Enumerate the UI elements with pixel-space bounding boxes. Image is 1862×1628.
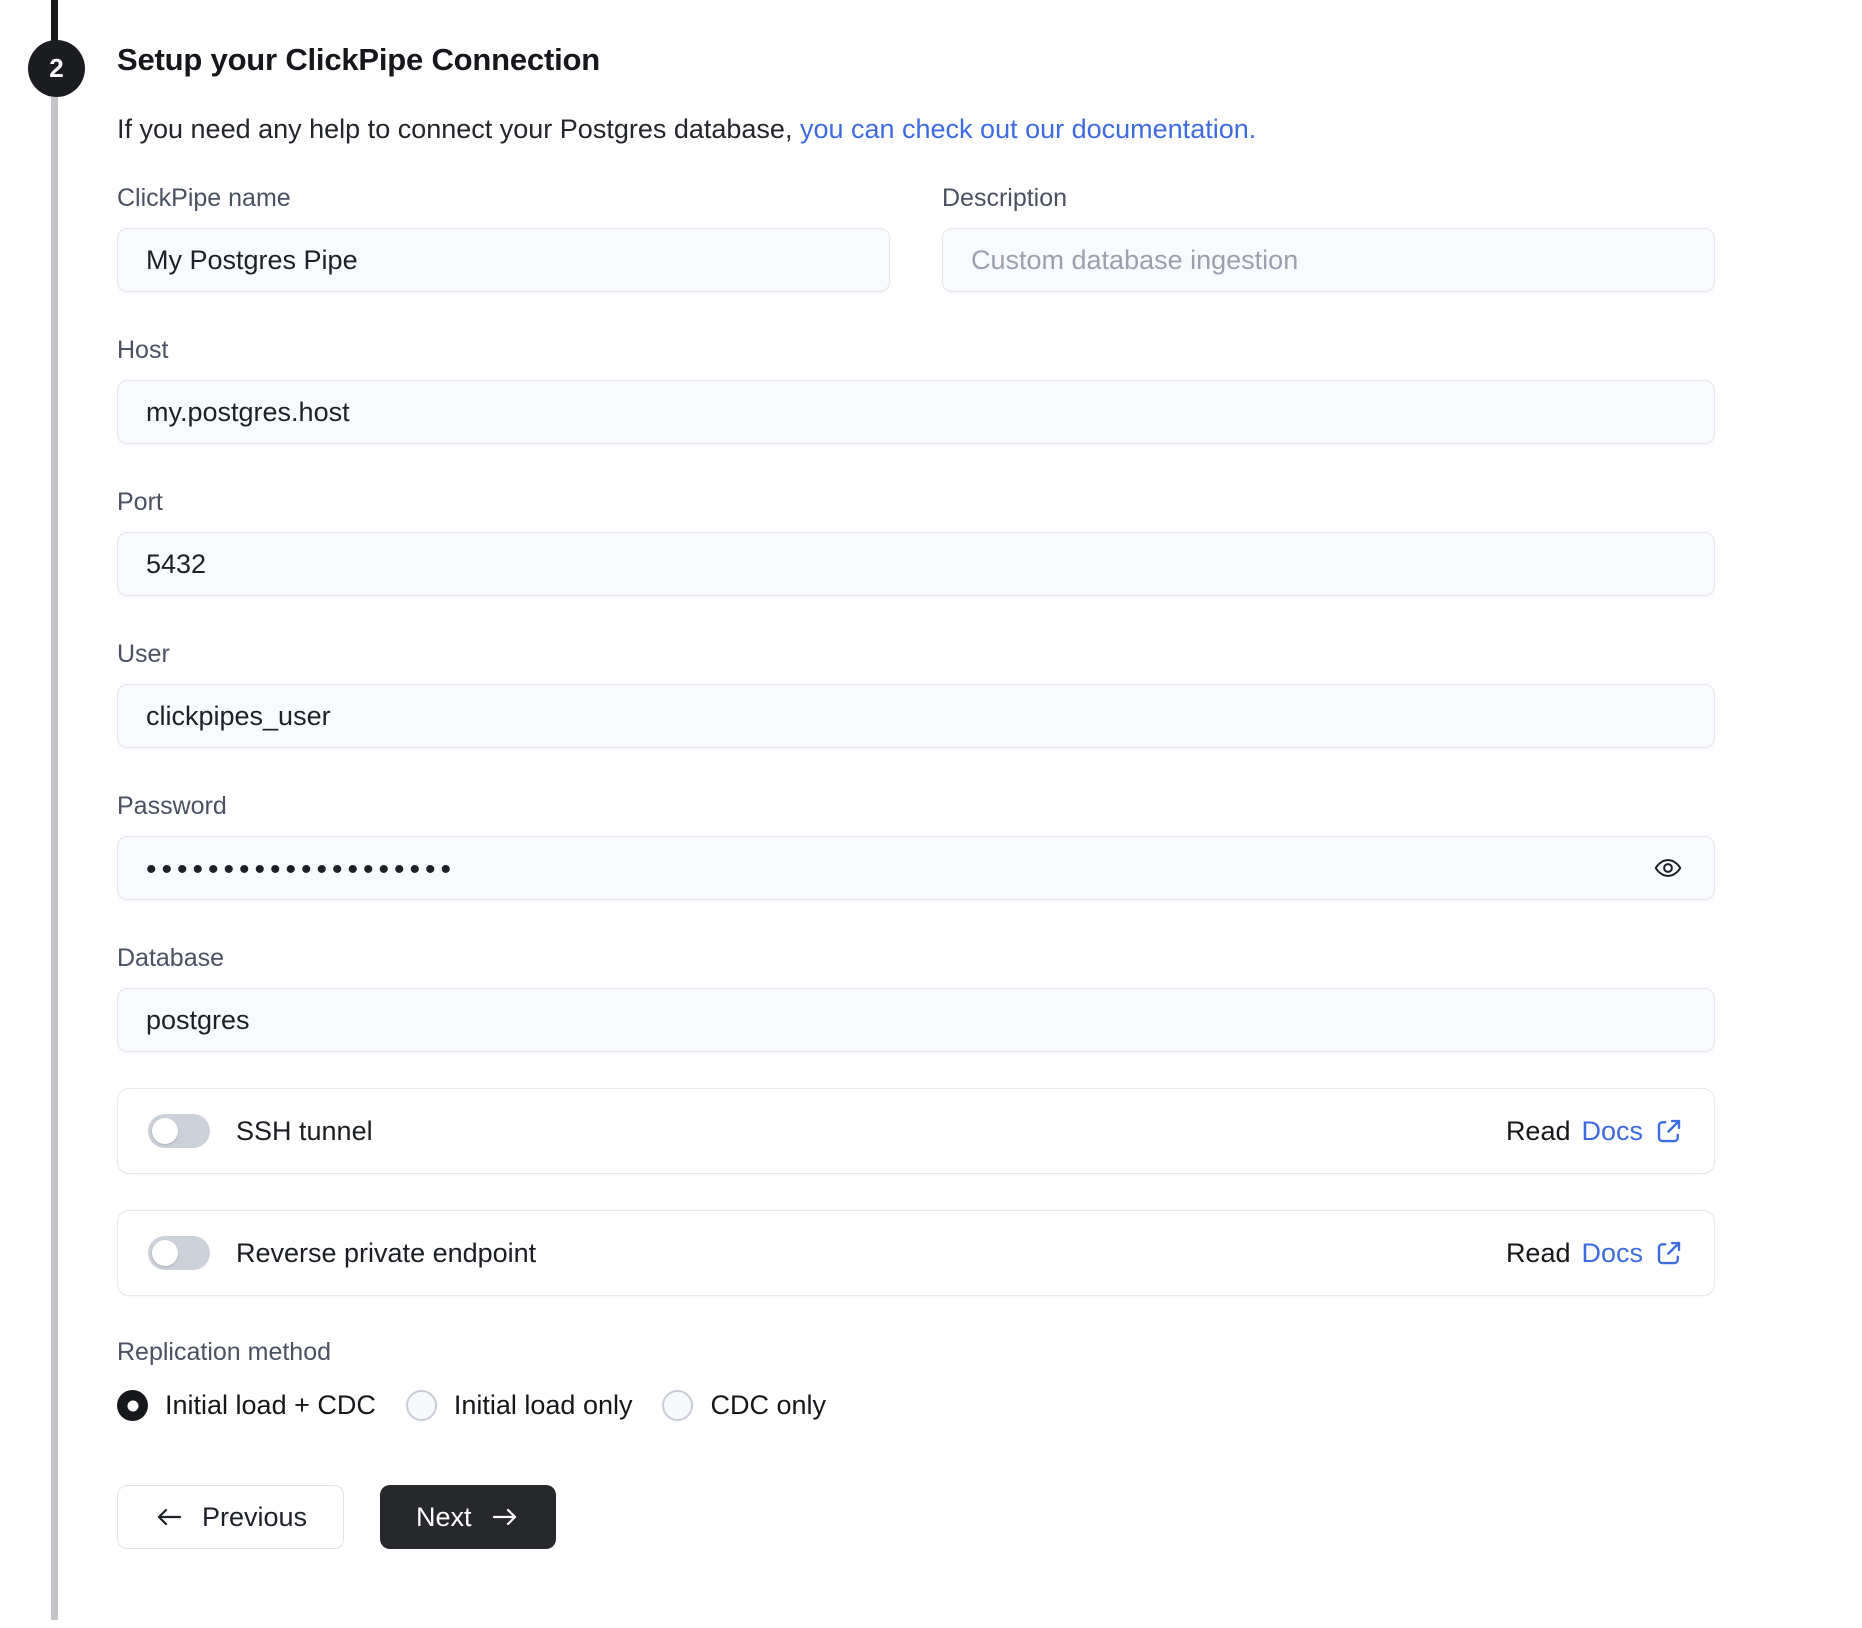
setup-connection-section: Setup your ClickPipe Connection If you n… — [117, 40, 1715, 1549]
reverse-endpoint-left: Reverse private endpoint — [148, 1236, 536, 1270]
reverse-private-endpoint-card: Reverse private endpoint Read Docs — [117, 1210, 1715, 1296]
next-button-label: Next — [416, 1501, 472, 1532]
replication-method-label: Replication method — [117, 1338, 332, 1366]
ssh-tunnel-toggle[interactable] — [148, 1114, 210, 1148]
step-number: 2 — [49, 53, 64, 83]
ssh-tunnel-docs[interactable]: Read Docs — [1506, 1116, 1684, 1147]
previous-button-label: Previous — [202, 1501, 308, 1532]
read-text: Read — [1505, 1115, 1571, 1146]
external-link-icon — [1654, 1116, 1684, 1146]
reverse-endpoint-docs[interactable]: Read Docs — [1506, 1238, 1684, 1269]
next-button[interactable]: Next — [380, 1485, 556, 1549]
eye-icon — [1649, 853, 1687, 883]
password-label: Password — [117, 792, 227, 820]
ssh-tunnel-left: SSH tunnel — [148, 1114, 373, 1148]
ssh-tunnel-label: SSH tunnel — [236, 1115, 373, 1146]
port-group: Port — [117, 486, 1715, 596]
arrow-right-icon — [490, 1504, 520, 1530]
host-group: Host — [117, 334, 1715, 444]
toggle-knob — [152, 1240, 178, 1266]
description-input[interactable] — [942, 228, 1715, 292]
user-input[interactable] — [117, 684, 1715, 748]
clickpipe-name-group: ClickPipe name — [117, 182, 890, 292]
radio-unselected-icon[interactable] — [405, 1390, 437, 1421]
port-input[interactable] — [117, 532, 1715, 596]
radio-selected-icon[interactable] — [117, 1390, 148, 1421]
ssh-tunnel-card: SSH tunnel Read Docs — [117, 1088, 1715, 1174]
external-link-icon — [1654, 1238, 1684, 1268]
read-text: Read — [1505, 1237, 1571, 1268]
password-input[interactable] — [117, 836, 1715, 900]
clickpipe-name-input[interactable] — [117, 228, 890, 292]
radio-label: Initial load + CDC — [165, 1390, 376, 1420]
step-rail-bottom — [51, 97, 58, 1620]
password-field-wrap — [117, 836, 1715, 900]
replication-method-options: Initial load + CDC Initial load only CDC… — [117, 1390, 1715, 1421]
previous-button[interactable]: Previous — [117, 1485, 345, 1549]
radio-unselected-icon[interactable] — [662, 1390, 694, 1421]
step-indicator: 2 — [28, 40, 85, 97]
documentation-link[interactable]: you can check out our documentation. — [800, 114, 1256, 144]
page-title: Setup your ClickPipe Connection — [117, 42, 600, 77]
user-group: User — [117, 638, 1715, 748]
show-password-button[interactable] — [1643, 847, 1693, 889]
user-label: User — [117, 640, 170, 668]
arrow-left-icon — [154, 1504, 184, 1530]
name-description-row: ClickPipe name Description — [117, 182, 1715, 292]
description-label: Description — [942, 184, 1068, 212]
form-actions: Previous Next — [117, 1485, 1715, 1549]
help-text-prefix: If you need any help to connect your Pos… — [117, 114, 800, 144]
radio-option-initial-load-cdc[interactable]: Initial load + CDC — [117, 1390, 376, 1421]
radio-label: CDC only — [710, 1390, 827, 1420]
clickpipe-name-label: ClickPipe name — [117, 184, 291, 212]
docs-link[interactable]: Docs — [1581, 1238, 1643, 1269]
port-label: Port — [117, 488, 163, 516]
password-group: Password — [117, 790, 1715, 900]
description-group: Description — [942, 182, 1715, 292]
toggle-knob — [152, 1118, 178, 1144]
help-text: If you need any help to connect your Pos… — [117, 112, 1715, 146]
step-rail-top — [51, 0, 58, 41]
database-input[interactable] — [117, 988, 1715, 1052]
host-input[interactable] — [117, 380, 1715, 444]
reverse-private-endpoint-toggle[interactable] — [148, 1236, 210, 1270]
docs-link[interactable]: Docs — [1581, 1116, 1643, 1147]
radio-option-cdc-only[interactable]: CDC only — [662, 1390, 826, 1421]
reverse-private-endpoint-label: Reverse private endpoint — [236, 1237, 537, 1268]
radio-label: Initial load only — [453, 1390, 633, 1420]
database-label: Database — [117, 944, 225, 972]
radio-option-initial-load-only[interactable]: Initial load only — [405, 1390, 633, 1421]
database-group: Database — [117, 942, 1715, 1052]
host-label: Host — [117, 336, 169, 364]
